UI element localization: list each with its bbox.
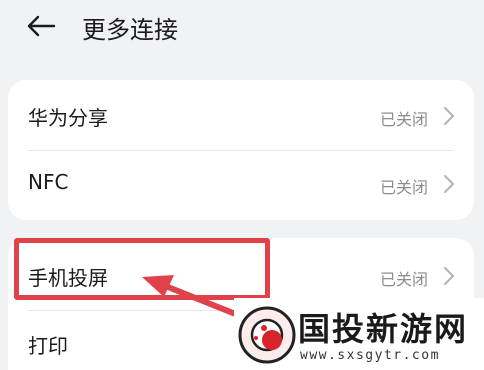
chevron-right-icon bbox=[444, 267, 454, 285]
setting-status: 已关闭 bbox=[379, 270, 428, 289]
setting-label: 打印 bbox=[28, 334, 68, 358]
page-title: 更多连接 bbox=[82, 16, 178, 44]
setting-row-huawei-share[interactable]: 华为分享 已关闭 bbox=[8, 82, 474, 150]
setting-label: 华为分享 bbox=[28, 106, 108, 130]
back-button[interactable] bbox=[22, 8, 62, 48]
watermark-url: www.sxsgytr.com bbox=[300, 348, 440, 363]
back-arrow-icon bbox=[27, 15, 56, 37]
chevron-right-icon bbox=[444, 107, 454, 125]
watermark: 国投新游网 www.sxsgytr.com bbox=[234, 298, 484, 370]
setting-row-nfc[interactable]: NFC 已关闭 bbox=[8, 150, 474, 218]
watermark-logo-icon bbox=[238, 306, 296, 364]
connection-settings-card: 华为分享 已关闭 NFC 已关闭 bbox=[8, 80, 474, 220]
header: 更多连接 bbox=[0, 0, 484, 64]
setting-status: 已关闭 bbox=[379, 178, 428, 197]
chevron-right-icon bbox=[444, 175, 454, 193]
watermark-title: 国投新游网 bbox=[298, 310, 469, 348]
setting-label: NFC bbox=[28, 170, 69, 194]
setting-status: 已关闭 bbox=[379, 110, 428, 129]
